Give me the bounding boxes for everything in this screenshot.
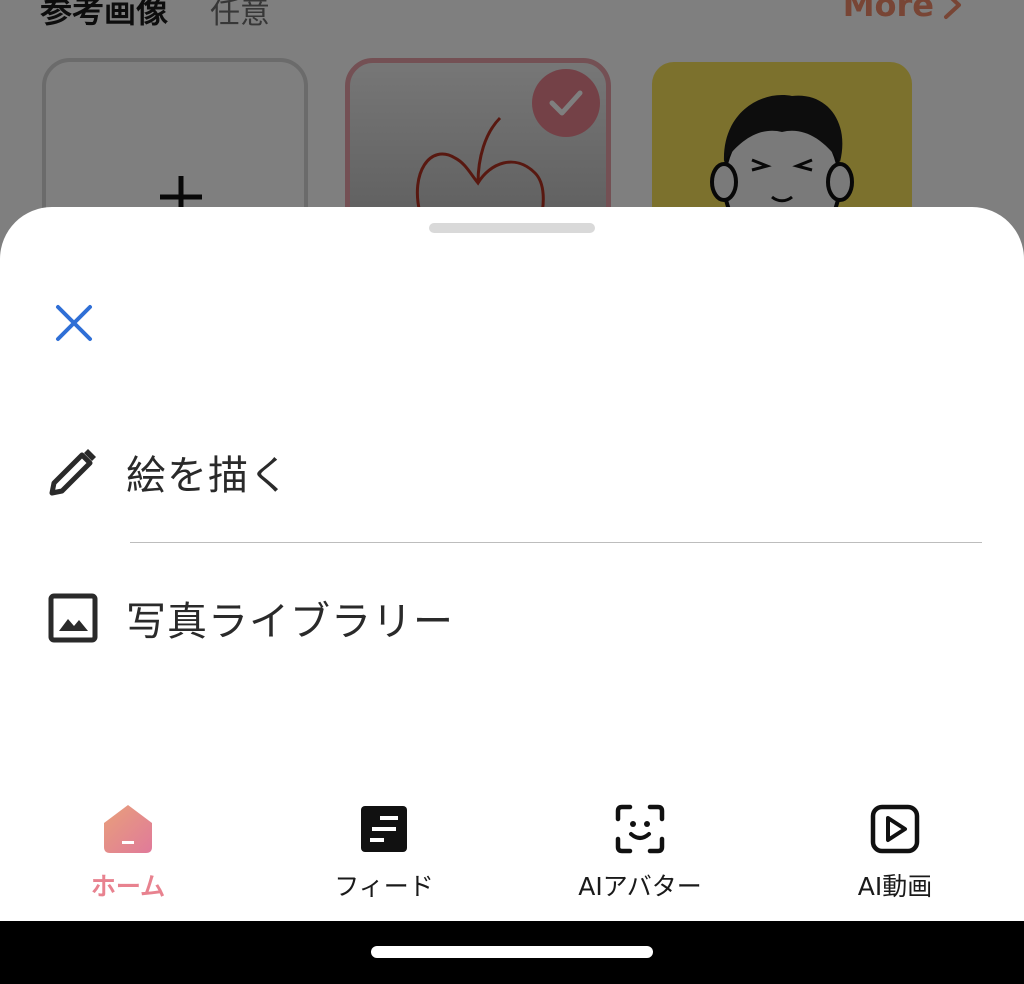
tab-feed[interactable]: フィード bbox=[284, 799, 484, 919]
play-video-icon bbox=[870, 804, 920, 854]
tab-ai-avatar-label: AIアバター bbox=[578, 872, 702, 901]
tab-ai-video-label: AI動画 bbox=[857, 872, 933, 901]
tab-home-label: ホーム bbox=[90, 872, 166, 901]
image-source-bottom-sheet: 絵を描く 写真ライブラリー ホーム フィード AIアバター AI動画 bbox=[0, 207, 1024, 984]
option-divider bbox=[130, 542, 982, 543]
sheet-drag-handle[interactable] bbox=[429, 223, 595, 233]
face-scan-icon bbox=[615, 804, 665, 854]
close-icon bbox=[56, 305, 92, 341]
photo-library-label: 写真ライブラリー bbox=[126, 599, 454, 645]
pencil-icon bbox=[49, 449, 96, 496]
draw-picture-option[interactable]: 絵を描く bbox=[0, 417, 1024, 527]
tab-home[interactable]: ホーム bbox=[28, 799, 228, 919]
tab-feed-label: フィード bbox=[334, 872, 434, 901]
feed-icon bbox=[361, 806, 407, 852]
tab-ai-avatar[interactable]: AIアバター bbox=[540, 799, 740, 919]
bottom-tab-bar: ホーム フィード AIアバター AI動画 bbox=[0, 799, 1024, 921]
photo-library-option[interactable]: 写真ライブラリー bbox=[0, 563, 1024, 673]
home-icon bbox=[104, 805, 152, 853]
home-indicator[interactable] bbox=[371, 946, 653, 958]
system-navigation-bar bbox=[0, 921, 1024, 984]
draw-picture-label: 絵を描く bbox=[126, 453, 290, 499]
tab-ai-video[interactable]: AI動画 bbox=[795, 799, 995, 919]
close-button[interactable] bbox=[48, 297, 100, 349]
image-icon bbox=[48, 593, 98, 643]
